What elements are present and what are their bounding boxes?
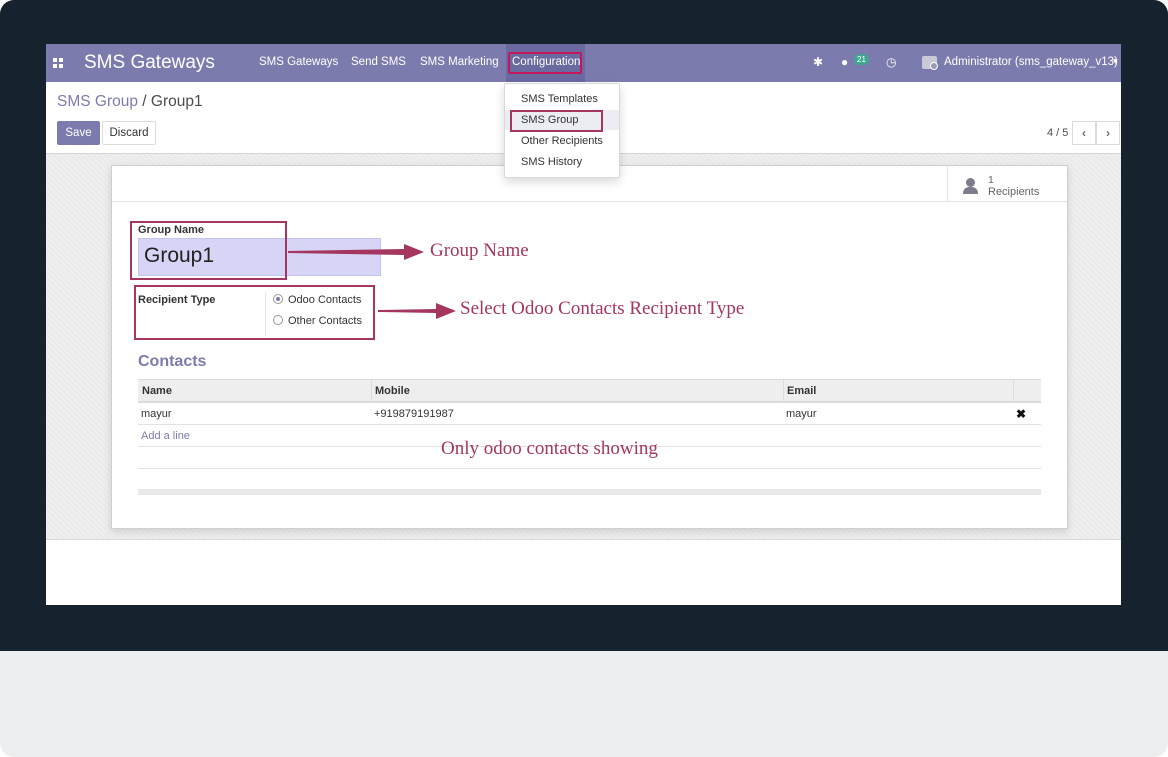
column-separator: [1013, 380, 1014, 402]
app-brand: SMS Gateways: [84, 52, 215, 73]
configuration-dropdown: SMS Templates SMS Group Other Recipients…: [504, 83, 620, 178]
pager-next-button[interactable]: ›: [1096, 121, 1120, 145]
breadcrumb-current: Group1: [150, 93, 203, 110]
menu-sms-gateways[interactable]: SMS Gateways: [259, 56, 338, 68]
monitor-stand: [0, 651, 1168, 757]
app-screen: SMS Gateways SMS Gateways Send SMS SMS M…: [46, 44, 1121, 605]
form-sheet: 1 Recipients: [111, 165, 1068, 529]
cell-name[interactable]: mayur: [141, 408, 172, 420]
pager-value: 4 / 5: [1047, 127, 1069, 139]
column-email[interactable]: Email: [787, 385, 816, 397]
dropdown-item-sms-templates[interactable]: SMS Templates: [505, 89, 619, 109]
user-menu[interactable]: Administrator (sms_gateway_v13): [944, 56, 1118, 68]
recipients-smart-button[interactable]: 1 Recipients: [947, 166, 1067, 202]
contacts-table-footer: [138, 489, 1041, 495]
save-button[interactable]: Save: [57, 121, 100, 145]
column-separator: [371, 380, 372, 402]
user-caret-icon[interactable]: ▾: [1113, 56, 1118, 67]
arrow-group-name: [288, 244, 424, 260]
message-count-badge: 21: [854, 54, 869, 65]
table-row[interactable]: mayur +919879191987 mayur ✖: [138, 403, 1041, 425]
cell-mobile[interactable]: +919879191987: [374, 408, 454, 420]
cell-email[interactable]: mayur: [786, 408, 817, 420]
chat-icon[interactable]: ●: [841, 55, 848, 69]
pager-previous-button[interactable]: ‹: [1072, 121, 1096, 145]
breadcrumb-separator: /: [137, 93, 151, 110]
group-name-highlight-box: [130, 221, 287, 280]
arrow-recipient-type: [378, 303, 456, 319]
dropdown-item-sms-history[interactable]: SMS History: [505, 152, 619, 172]
user-icon-body: [963, 187, 978, 194]
contacts-table-header: Name Mobile Email: [138, 379, 1041, 403]
configuration-highlight-box: [508, 52, 582, 74]
debug-bug-icon[interactable]: ✱: [813, 55, 823, 69]
breadcrumb: SMS Group / Group1: [57, 93, 203, 111]
user-icon: [966, 178, 975, 187]
discard-button[interactable]: Discard: [102, 121, 156, 145]
delete-row-icon[interactable]: ✖: [1016, 407, 1026, 421]
recipients-count: 1: [988, 174, 994, 186]
menu-sms-marketing[interactable]: SMS Marketing: [420, 56, 499, 68]
annotation-group-name: Group Name: [430, 240, 529, 261]
sms-group-highlight-box: [510, 110, 603, 132]
top-navbar: SMS Gateways SMS Gateways Send SMS SMS M…: [46, 44, 1121, 82]
annotation-contacts-note: Only odoo contacts showing: [441, 438, 658, 459]
recipient-type-highlight-box: [134, 285, 375, 340]
column-name[interactable]: Name: [142, 385, 172, 397]
column-mobile[interactable]: Mobile: [375, 385, 410, 397]
chevron-left-icon: ‹: [1082, 126, 1086, 140]
contacts-section-title: Contacts: [138, 353, 207, 370]
dropdown-item-other-recipients[interactable]: Other Recipients: [505, 131, 619, 151]
column-separator: [783, 380, 784, 402]
breadcrumb-parent[interactable]: SMS Group: [57, 93, 138, 110]
recipients-label: Recipients: [988, 186, 1040, 198]
chevron-right-icon: ›: [1106, 126, 1110, 140]
apps-menu-icon[interactable]: [53, 58, 63, 68]
annotation-recipient-type: Select Odoo Contacts Recipient Type: [460, 298, 745, 319]
clock-activity-icon[interactable]: ◷: [886, 55, 896, 69]
add-line-link[interactable]: Add a line: [141, 430, 190, 442]
user-status-icon: [930, 62, 938, 70]
menu-send-sms[interactable]: Send SMS: [351, 56, 406, 68]
